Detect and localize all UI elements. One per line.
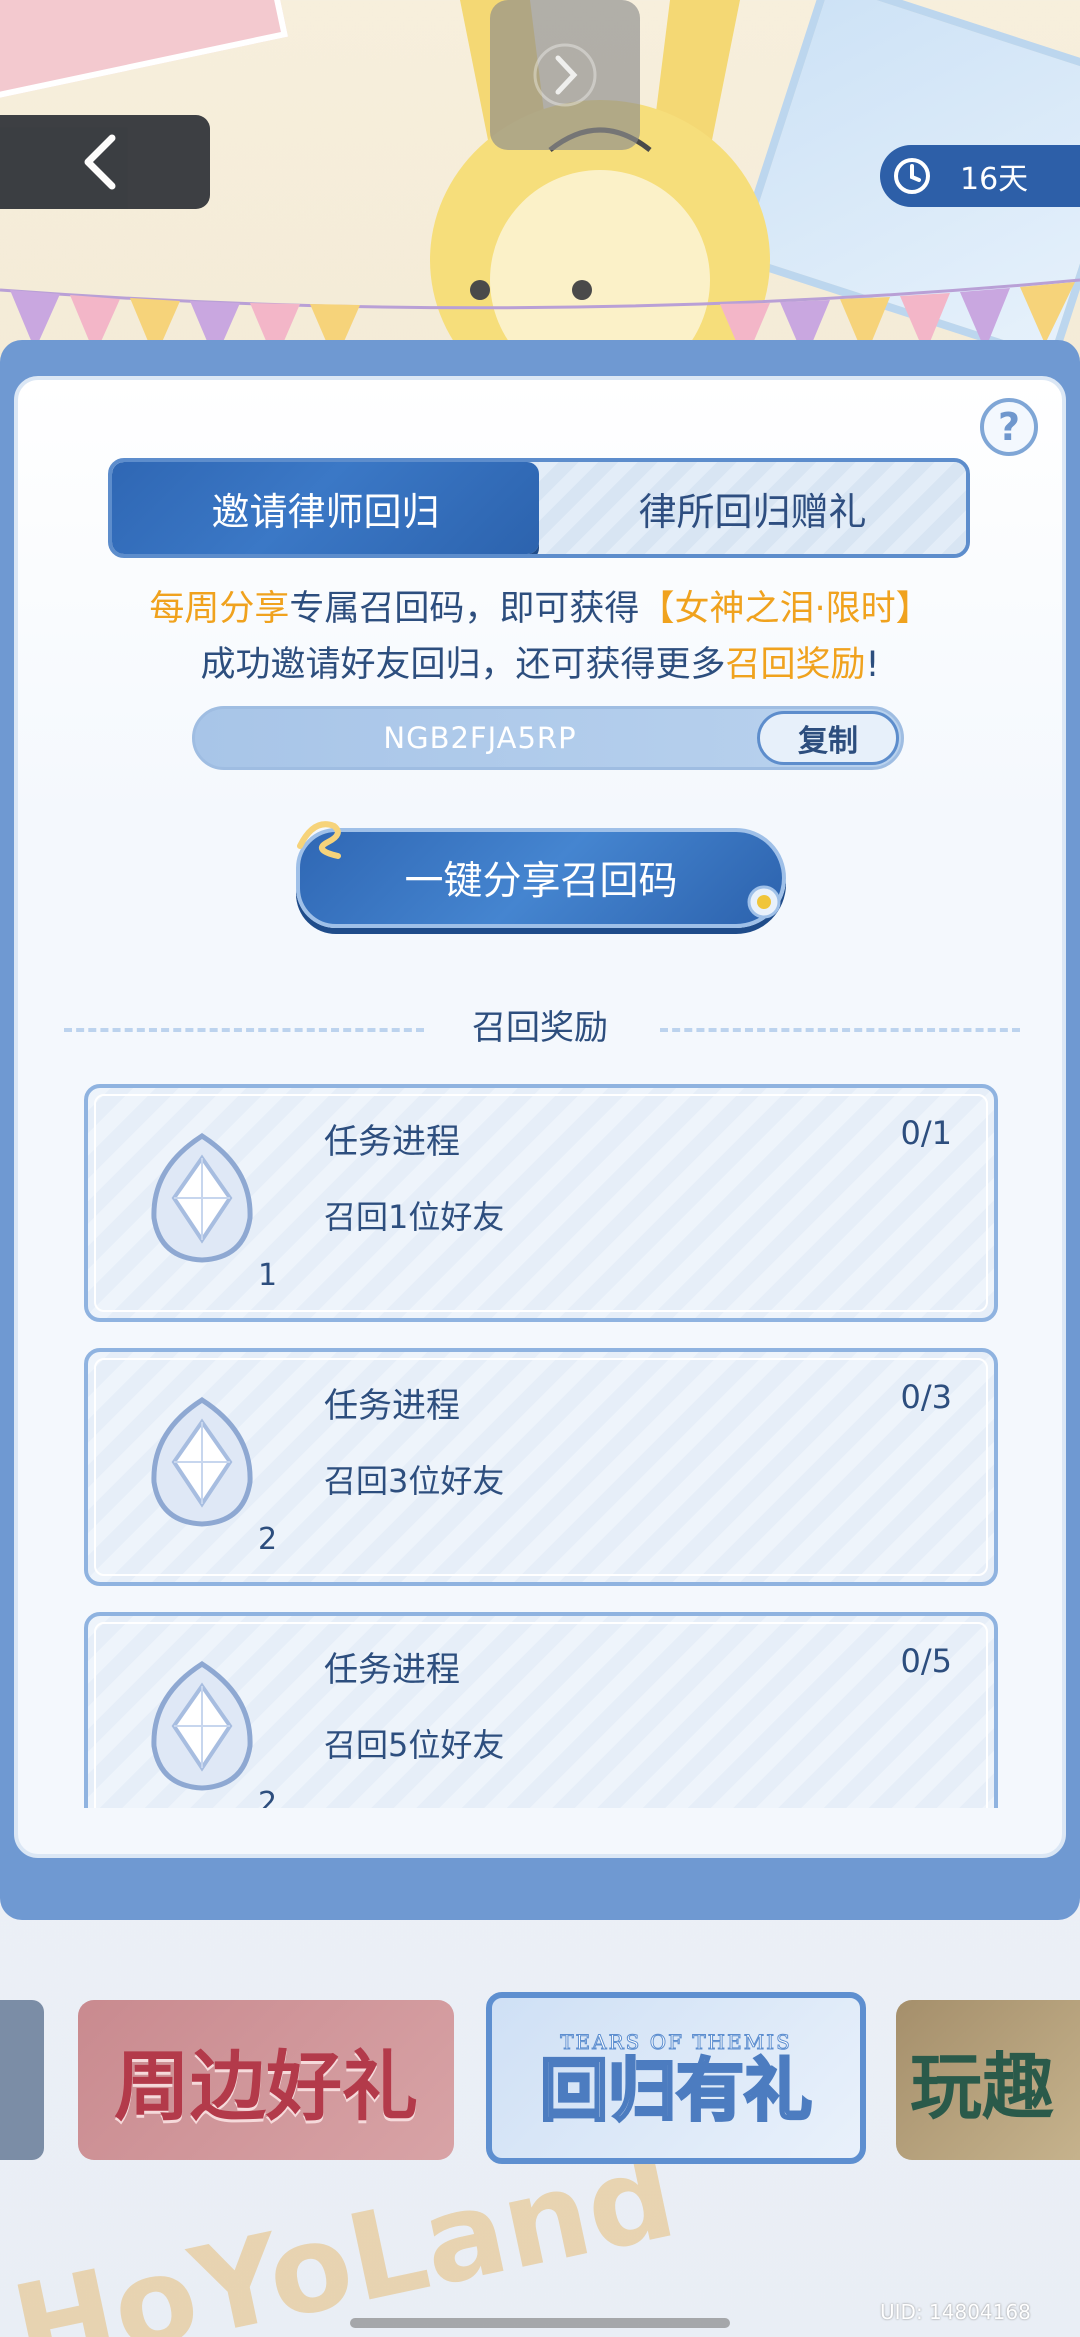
- task-description: 召回1位好友: [324, 1198, 505, 1236]
- tab-label: 律所回归赠礼: [638, 489, 867, 534]
- section-title: 召回奖励: [472, 1008, 608, 1048]
- chevron-right-icon: [533, 43, 597, 107]
- banner-title: 玩趣: [910, 2043, 1055, 2129]
- recall-code-bar: NGB2FJA5RP 复制: [192, 706, 904, 770]
- task-label: 任务进程: [324, 1386, 460, 1426]
- tab-label: 邀请律师回归: [211, 489, 440, 534]
- task-description: 召回5位好友: [324, 1726, 505, 1764]
- banner-return-gifts[interactable]: TEARS OF THEMIS 回归有礼: [486, 1992, 866, 2164]
- clock-icon: [894, 158, 930, 194]
- task-progress: 0/1: [900, 1114, 953, 1152]
- goddess-tear-gem-icon[interactable]: [132, 1392, 272, 1532]
- desc-text: !: [865, 645, 880, 685]
- task-label: 任务进程: [324, 1122, 460, 1162]
- desc-highlight: 【女神之泪·限时】: [639, 589, 931, 629]
- reward-count: 2: [258, 1522, 278, 1557]
- ribbon-icon: [297, 821, 341, 859]
- desc-text: 专属召回码，即可获得: [289, 589, 640, 629]
- question-mark-icon: ?: [997, 405, 1021, 449]
- home-indicator[interactable]: [350, 2318, 730, 2328]
- banner-merch-gifts[interactable]: 周边好礼: [78, 2000, 454, 2160]
- goddess-tear-gem-icon[interactable]: [132, 1656, 272, 1796]
- bead-icon: [747, 885, 781, 919]
- reward-count: 1: [258, 1258, 278, 1293]
- task-progress: 0/5: [900, 1642, 953, 1680]
- next-button[interactable]: [490, 0, 640, 150]
- share-code-button[interactable]: 一键分享召回码: [296, 821, 786, 928]
- desc-highlight: 每周分享: [149, 589, 290, 629]
- bg-decor-card: [0, 0, 289, 102]
- event-carousel: 周边好礼 TEARS OF THEMIS 回归有礼 玩趣: [0, 1992, 1080, 2190]
- task-list[interactable]: 1 任务进程 0/1 召回1位好友 2 任务进程 0/3 召回3位好友 2 任务…: [84, 1084, 998, 1808]
- help-button[interactable]: ?: [980, 398, 1038, 456]
- remaining-days-badge: 16天: [880, 145, 1080, 207]
- task-label: 任务进程: [324, 1650, 460, 1690]
- desc-text: 成功邀请好友回归，还可获得更多: [200, 645, 726, 685]
- desc-highlight: 召回奖励: [725, 645, 866, 685]
- task-description: 召回3位好友: [324, 1462, 505, 1500]
- remaining-days-text: 16天: [960, 162, 1029, 197]
- copy-button[interactable]: 复制: [757, 711, 899, 765]
- banner-play-fun[interactable]: 玩趣: [896, 2000, 1080, 2160]
- banner-title: 周边好礼: [114, 2042, 418, 2131]
- description-line-2: 成功邀请好友回归，还可获得更多召回奖励!: [0, 636, 1080, 687]
- banner-title: 回归有礼: [538, 2050, 813, 2131]
- recall-code-text: NGB2FJA5RP: [383, 721, 577, 755]
- share-button-label: 一键分享召回码: [404, 859, 678, 904]
- uid-label: UID: 14804168: [880, 2300, 1031, 2324]
- tab-return-gifts[interactable]: 律所回归赠礼: [539, 462, 966, 554]
- goddess-tear-gem-icon[interactable]: [132, 1128, 272, 1268]
- tab-invite-lawyer[interactable]: 邀请律师回归: [112, 462, 539, 554]
- task-card: 1 任务进程 0/1 召回1位好友: [84, 1084, 998, 1322]
- task-card: 2 任务进程 0/3 召回3位好友: [84, 1348, 998, 1586]
- back-button[interactable]: [0, 115, 210, 209]
- tab-bar: 邀请律师回归 律所回归赠礼: [108, 458, 970, 558]
- banner-previous[interactable]: [0, 2000, 44, 2160]
- reward-count: 2: [258, 1786, 278, 1808]
- description-line-1: 每周分享专属召回码，即可获得【女神之泪·限时】: [0, 580, 1080, 631]
- task-progress: 0/3: [900, 1378, 953, 1416]
- task-card: 2 任务进程 0/5 召回5位好友: [84, 1612, 998, 1808]
- chevron-left-icon: [84, 134, 116, 190]
- banner-subtitle: TEARS OF THEMIS: [560, 2029, 792, 2054]
